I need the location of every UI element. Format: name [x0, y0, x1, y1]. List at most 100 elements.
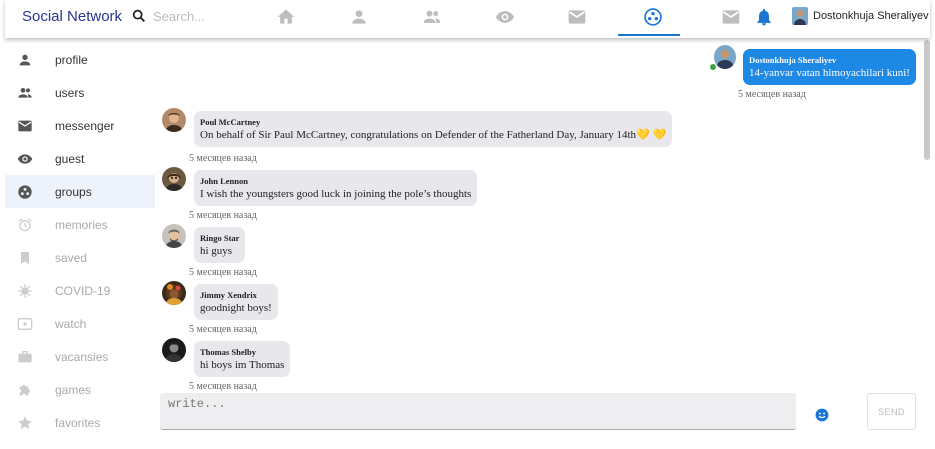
person-icon — [17, 52, 33, 68]
message-text: hi guys — [200, 245, 233, 257]
puzzle-icon — [17, 382, 33, 398]
message-input[interactable] — [160, 393, 796, 429]
people-icon — [17, 85, 33, 101]
message-author: Poul McCartney — [200, 117, 261, 127]
people-icon — [423, 10, 441, 23]
avatar — [792, 7, 808, 25]
home-icon — [277, 9, 295, 24]
sidebar-item-saved[interactable]: saved — [5, 241, 155, 274]
sidebar-item-label: saved — [55, 250, 88, 265]
sidebar-item-label: favorites — [55, 415, 101, 430]
user-menu[interactable]: Dostonkhuja Sheraliyev — [792, 7, 929, 25]
eye-icon — [495, 11, 515, 23]
online-status-dot — [710, 64, 716, 70]
message-author: Jimmy Xendrix — [200, 290, 257, 300]
send-button[interactable]: SEND — [867, 393, 916, 430]
smiley-icon — [815, 408, 829, 422]
avatar[interactable] — [162, 224, 186, 248]
message-timestamp: 5 месяцев назад — [738, 89, 806, 100]
chat-message: Thomas Shelby hi boys im Thomas — [162, 338, 291, 377]
avatar[interactable] — [162, 167, 186, 191]
sidebar-item-groups[interactable]: groups — [5, 175, 155, 208]
chat-message: John Lennon I wish the youngsters good l… — [162, 167, 478, 206]
nav-messenger[interactable] — [566, 6, 588, 28]
nav-profile[interactable] — [348, 6, 370, 28]
avatar[interactable] — [162, 281, 186, 305]
message-emoji: 💛 💛 — [636, 129, 667, 141]
sidebar-item-label: users — [55, 85, 85, 100]
avatar[interactable] — [162, 108, 186, 132]
sidebar-item-covid[interactable]: COVID-19 — [5, 274, 155, 307]
sidebar-item-label: groups — [55, 184, 92, 199]
sidebar-item-favorites[interactable]: favorites — [5, 406, 155, 439]
sidebar-item-users[interactable]: users — [5, 76, 155, 109]
message-timestamp: 5 месяцев назад — [189, 153, 257, 164]
message-author: Thomas Shelby — [200, 347, 256, 357]
message-author: John Lennon — [200, 176, 248, 186]
sidebar-item-label: COVID-19 — [55, 283, 111, 298]
message-timestamp: 5 месяцев назад — [189, 324, 257, 335]
mail-icon — [17, 118, 33, 134]
sidebar-item-games[interactable]: games — [5, 373, 155, 406]
nav-groups[interactable] — [642, 6, 664, 28]
bell-icon — [757, 8, 771, 26]
brand-title[interactable]: Social Network — [22, 8, 122, 25]
message-composer — [160, 393, 796, 430]
sidebar-item-watch[interactable]: watch — [5, 307, 155, 340]
message-bubble: Jimmy Xendrix goodnight boys! — [194, 284, 278, 320]
nav-users[interactable] — [421, 6, 443, 28]
message-text: 14-yanvar vatan himoyachilari kuni! — [749, 67, 910, 79]
nav-home[interactable] — [275, 6, 297, 28]
message-timestamp: 5 месяцев назад — [189, 267, 257, 278]
message-timestamp: 5 месяцев назад — [189, 381, 257, 392]
message-bubble: John Lennon I wish the youngsters good l… — [194, 170, 478, 206]
star-icon — [17, 415, 33, 431]
sidebar-item-messenger[interactable]: messenger — [5, 109, 155, 142]
person-icon — [352, 10, 366, 24]
notifications-button[interactable] — [753, 6, 775, 28]
message-timestamp: 5 месяцев назад — [189, 210, 257, 221]
chat-message: Jimmy Xendrix goodnight boys! — [162, 281, 278, 320]
avatar[interactable] — [162, 338, 186, 362]
sidebar-item-profile[interactable]: profile — [5, 43, 155, 76]
video-icon — [17, 316, 33, 332]
search-input[interactable] — [153, 8, 253, 24]
message-bubble: Ringo Star hi guys — [194, 227, 246, 263]
sidebar-item-label: messenger — [55, 118, 115, 133]
nav-guest[interactable] — [494, 6, 516, 28]
briefcase-icon — [17, 349, 33, 365]
alarm-icon — [17, 217, 33, 233]
groups-icon — [17, 184, 33, 200]
mail-icon — [568, 10, 586, 24]
active-tab-indicator — [618, 34, 680, 36]
message-text: I wish the youngsters good luck in joini… — [200, 188, 472, 200]
message-author: Dostonkhuja Sheraliyev — [749, 55, 837, 65]
groups-icon — [644, 8, 662, 26]
user-name: Dostonkhuja Sheraliyev — [813, 10, 929, 22]
sidebar-item-label: vacansies — [55, 349, 109, 364]
message-bubble: Thomas Shelby hi boys im Thomas — [194, 341, 291, 377]
sidebar-item-label: guest — [55, 151, 85, 166]
sidebar-item-label: memories — [55, 217, 108, 232]
sidebar-item-guest[interactable]: guest — [5, 142, 155, 175]
virus-icon — [17, 283, 33, 299]
sidebar-item-vacansies[interactable]: vacansies — [5, 340, 155, 373]
sidebar-item-memories[interactable]: memories — [5, 208, 155, 241]
message-text: On behalf of Sir Paul McCartney, congrat… — [200, 129, 637, 141]
sidebar-item-label: profile — [55, 52, 88, 67]
bookmark-icon — [17, 250, 33, 266]
messages-button[interactable] — [720, 6, 742, 28]
message-text: goodnight boys! — [200, 302, 272, 314]
chat-message: Poul McCartney On behalf of Sir Paul McC… — [162, 108, 673, 147]
sidebar-item-label: watch — [55, 316, 87, 331]
message-bubble: Poul McCartney On behalf of Sir Paul McC… — [194, 111, 673, 147]
search-box[interactable] — [131, 8, 253, 24]
avatar[interactable] — [714, 45, 736, 69]
own-message-bubble: Dostonkhuja Sheraliyev 14-yanvar vatan h… — [743, 49, 916, 85]
eye-icon — [17, 151, 33, 167]
emoji-button[interactable] — [815, 408, 829, 422]
message-body: On behalf of Sir Paul McCartney, congrat… — [200, 128, 666, 142]
chat-message: Ringo Star hi guys — [162, 224, 246, 263]
scrollbar[interactable] — [924, 40, 930, 160]
sidebar-item-label: games — [55, 382, 92, 397]
